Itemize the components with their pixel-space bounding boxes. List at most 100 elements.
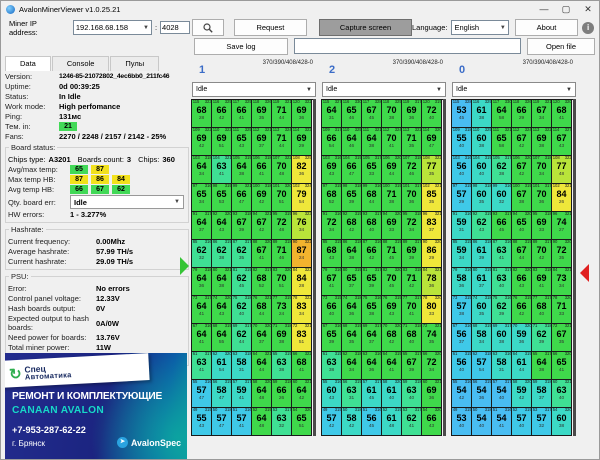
chip-temp: 67 — [512, 189, 531, 200]
chip-id: 87 — [363, 240, 368, 244]
chip-header: 89318 — [272, 240, 292, 244]
port-input[interactable] — [160, 21, 190, 34]
chip-header: 55316 — [322, 380, 342, 384]
chip-sub-value: 36 — [454, 284, 469, 289]
chip-cell: 1143276743 — [552, 128, 572, 156]
chip-cell: 1053176238 — [492, 156, 512, 184]
chip-temp: 63 — [272, 357, 291, 368]
maximize-icon[interactable]: ▢ — [555, 2, 577, 17]
board-scrollbar[interactable] — [443, 99, 446, 436]
tab-console[interactable]: Console — [52, 56, 110, 71]
save-log-button[interactable]: Save log — [194, 38, 288, 55]
chip-sub-value: 44 — [274, 144, 289, 149]
chip-header: 59318 — [402, 380, 422, 384]
temp-badge: 87 — [70, 175, 88, 184]
chip-aux-value: 322 — [205, 128, 212, 132]
board-err-select[interactable]: Idle▼ — [70, 195, 184, 209]
info-row: Average hashrate:57.99 TH/s — [8, 247, 186, 256]
chip-aux-value: 316 — [205, 240, 212, 244]
chip-cell: 1023218535 — [422, 184, 442, 212]
chip-cell: 1203206841 — [552, 100, 572, 128]
chip-cell: 763196943 — [382, 296, 402, 324]
chip-aux-value: 316 — [335, 268, 342, 272]
window-title: AvalonMinerViewer v1.0.25.21 — [19, 5, 120, 14]
chip-sub-value: 38 — [324, 368, 339, 373]
chip-temp: 62 — [472, 217, 491, 228]
tab-data[interactable]: Data — [5, 56, 51, 71]
ip-address-combobox[interactable]: 192.168.68.158 ▼ — [73, 20, 152, 35]
chip-temp: 69 — [382, 217, 401, 228]
chip-cell: 733176441 — [192, 296, 212, 324]
chip-cell: 893176939 — [402, 240, 422, 268]
chip-aux-value: 318 — [545, 268, 552, 272]
search-button[interactable] — [192, 19, 224, 36]
chip-sub-value: 51 — [214, 144, 229, 149]
chip-aux-value: 315 — [335, 352, 342, 356]
chip-cell: 763216844 — [252, 296, 272, 324]
chip-sub-value: 41 — [384, 144, 399, 149]
chip-id: 90 — [293, 240, 298, 244]
chip-id: 95 — [403, 212, 408, 216]
chip-sub-value: 36 — [404, 116, 419, 121]
chip-cell: 693176244 — [232, 324, 252, 352]
chip-cell: 883206741 — [252, 240, 272, 268]
request-button[interactable]: Request — [234, 19, 307, 36]
chip-temp: 69 — [532, 133, 551, 144]
tab-пулы[interactable]: Пулы — [110, 56, 159, 71]
board-state-select[interactable]: Idle▼ — [452, 82, 576, 97]
chip-header: 59318 — [532, 380, 552, 384]
language-select[interactable]: English ▼ — [451, 20, 508, 35]
chip-temp: 69 — [292, 133, 311, 144]
chip-temp: 65 — [342, 273, 361, 284]
chip-id: 119 — [403, 100, 410, 104]
chip-id: 51 — [363, 408, 368, 412]
info-icon[interactable]: i — [582, 22, 594, 34]
chip-cell: 523196448 — [252, 408, 272, 436]
chip-cell: 993216647 — [232, 184, 252, 212]
board-state-select[interactable]: Idle▼ — [192, 82, 316, 97]
board-state-select[interactable]: Idle▼ — [322, 82, 446, 97]
chip-id: 50 — [343, 408, 348, 412]
ad-banner[interactable]: ↻ Спец Автоматика РЕМОНТ И КОМПЛЕКТУЮЩИЕ… — [5, 353, 187, 459]
chip-sub-value: 29 — [454, 200, 469, 205]
chip-sub-value: 36 — [294, 172, 309, 177]
chip-id: 107 — [273, 156, 280, 160]
close-icon[interactable]: ✕ — [577, 2, 599, 17]
board-scrollbar[interactable] — [313, 99, 316, 436]
chip-id: 104 — [213, 156, 220, 160]
chip-temp: 73 — [552, 273, 571, 284]
chip-sub-value: 34 — [194, 172, 209, 177]
chip-cell: 983196553 — [212, 184, 232, 212]
info-row: Current hashrate:29.09 TH/s — [8, 257, 186, 266]
chip-temp: 68 — [342, 217, 361, 228]
chip-header: 64319 — [382, 352, 402, 356]
chip-header: 69317 — [232, 324, 252, 328]
chip-sub-value: 47 — [194, 396, 209, 401]
green-arrow-icon[interactable] — [180, 257, 189, 275]
chip-sub-value: 42 — [364, 256, 379, 261]
capture-screen-button[interactable]: Capture screen — [319, 19, 412, 36]
chip-header: 51316 — [362, 408, 382, 412]
chip-header: 67316 — [322, 324, 342, 328]
board-scrollbar[interactable] — [573, 99, 576, 436]
red-arrow-icon[interactable] — [580, 264, 589, 282]
chip-temp-grid: 1153236828116325664211732566411183266935… — [191, 99, 313, 436]
chip-aux-value: 319 — [395, 408, 402, 412]
chip-id: 69 — [493, 324, 498, 328]
chip-sub-value: 38 — [494, 340, 509, 345]
chip-cell: 553166043 — [322, 380, 342, 408]
chip-aux-value: 316 — [505, 184, 512, 188]
chip-aux-value: 321 — [285, 100, 292, 104]
chip-header: 75316 — [492, 296, 512, 300]
minimize-icon[interactable]: — — [533, 2, 555, 17]
chip-aux-value: 322 — [305, 100, 312, 104]
chip-temp: 64 — [192, 217, 211, 228]
about-button[interactable]: About — [515, 19, 578, 36]
chip-cell: 633185831 — [232, 352, 252, 380]
open-file-button[interactable]: Open file — [527, 38, 595, 55]
log-path-input[interactable] — [294, 38, 521, 54]
chip-temp: 83 — [422, 217, 441, 228]
app-window: AvalonMinerViewer v1.0.25.21 — ▢ ✕ Miner… — [0, 0, 600, 460]
chip-temp: 63 — [342, 385, 361, 396]
chip-cell: 913165931 — [452, 212, 472, 240]
